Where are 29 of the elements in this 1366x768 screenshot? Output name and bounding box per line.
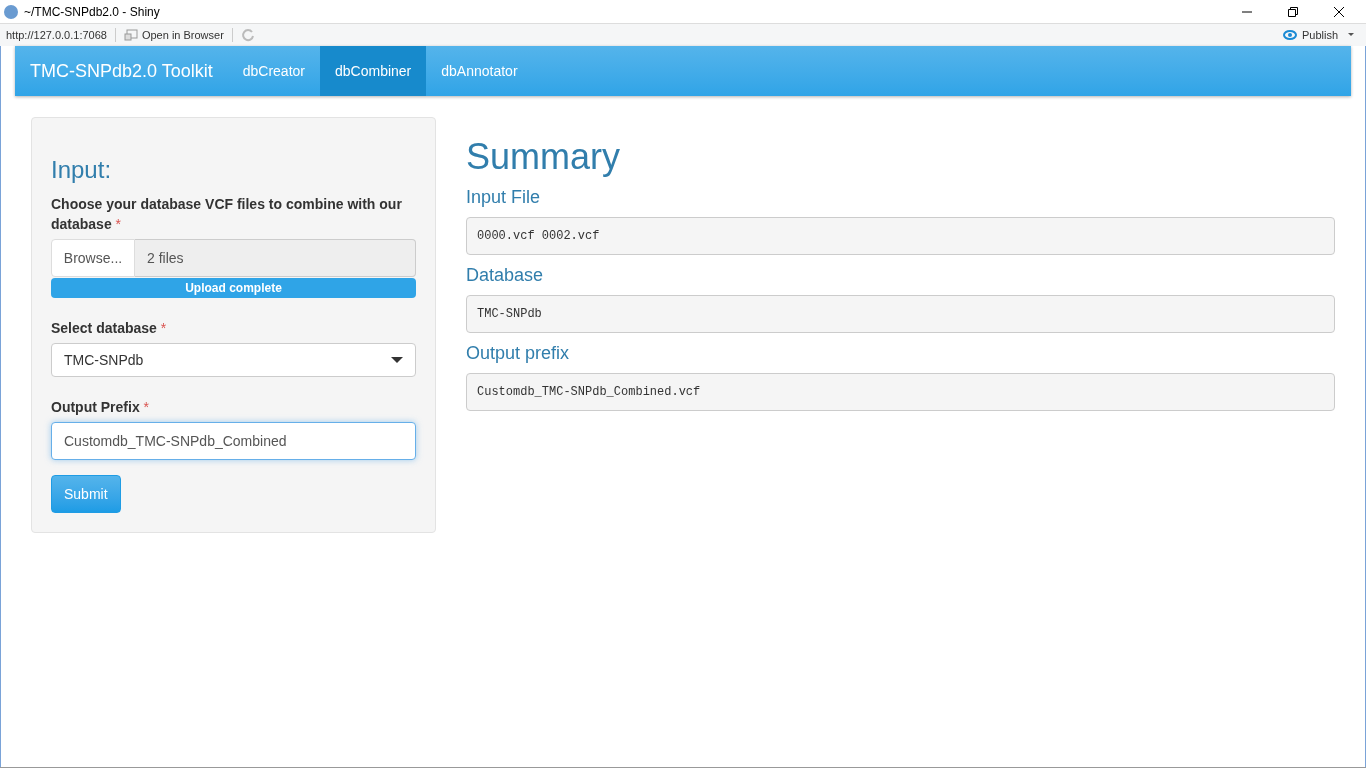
publish-button[interactable]: Publish (1281, 26, 1356, 44)
browse-button[interactable]: Browse... (51, 239, 135, 277)
progress-text: Upload complete (184, 280, 283, 297)
open-in-browser-button[interactable]: Open in Browser (123, 26, 224, 44)
summary-title: Summary (466, 137, 622, 177)
caret-icon (391, 357, 403, 363)
section-heading: Output prefix (466, 343, 571, 363)
restore-icon (1288, 6, 1298, 17)
refresh-icon[interactable] (240, 28, 255, 42)
output-box: 0000.vcf 0002.vcf (466, 217, 1335, 255)
window-icon (123, 29, 138, 41)
publish-icon (1281, 29, 1298, 41)
nav-tab[interactable]: dbCombiner (320, 46, 427, 96)
output-prefix-input[interactable]: Customdb_TMC-SNPdb_Combined (51, 422, 416, 460)
database-select[interactable]: TMC-SNPdb (51, 343, 416, 377)
output-box: Customdb_TMC-SNPdb_Combined.vcf (466, 373, 1335, 411)
section-heading: Input File (466, 187, 542, 207)
file-name-field: 2 files (135, 239, 416, 277)
section-heading: Database (466, 265, 545, 285)
panel-title: Input: (51, 156, 113, 184)
field-label: Output Prefix * (51, 398, 150, 417)
close-icon (1334, 6, 1344, 17)
window-title: ~/TMC-SNPdb2.0 - Shiny (24, 3, 160, 21)
field-label: Choose your database VCF files to combine with our database * (51, 195, 403, 234)
field-label: Select database * (51, 319, 168, 338)
caret-icon (1346, 31, 1356, 39)
output-box: TMC-SNPdb (466, 295, 1335, 333)
url-text: http://127.0.0.1:7068 (6, 27, 107, 43)
app-icon (4, 4, 18, 19)
